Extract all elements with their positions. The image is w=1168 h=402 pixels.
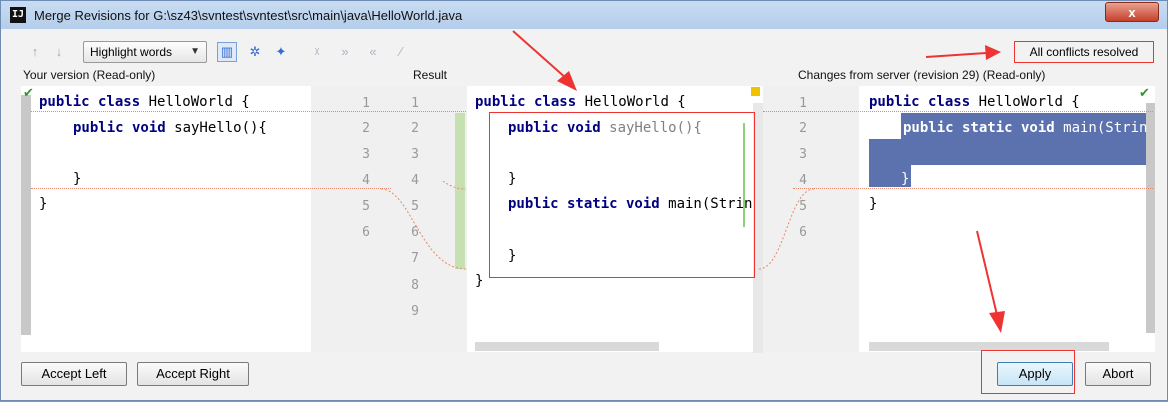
- abort-button[interactable]: Abort: [1085, 362, 1151, 386]
- accept-left-button[interactable]: Accept Left: [21, 362, 127, 386]
- apply-button[interactable]: Apply: [997, 362, 1073, 386]
- annotation-arrows: [512, 30, 1005, 333]
- merge-dialog: IJ Merge Revisions for G:\sz43\svntest\s…: [0, 0, 1168, 401]
- accept-right-button[interactable]: Accept Right: [137, 362, 249, 386]
